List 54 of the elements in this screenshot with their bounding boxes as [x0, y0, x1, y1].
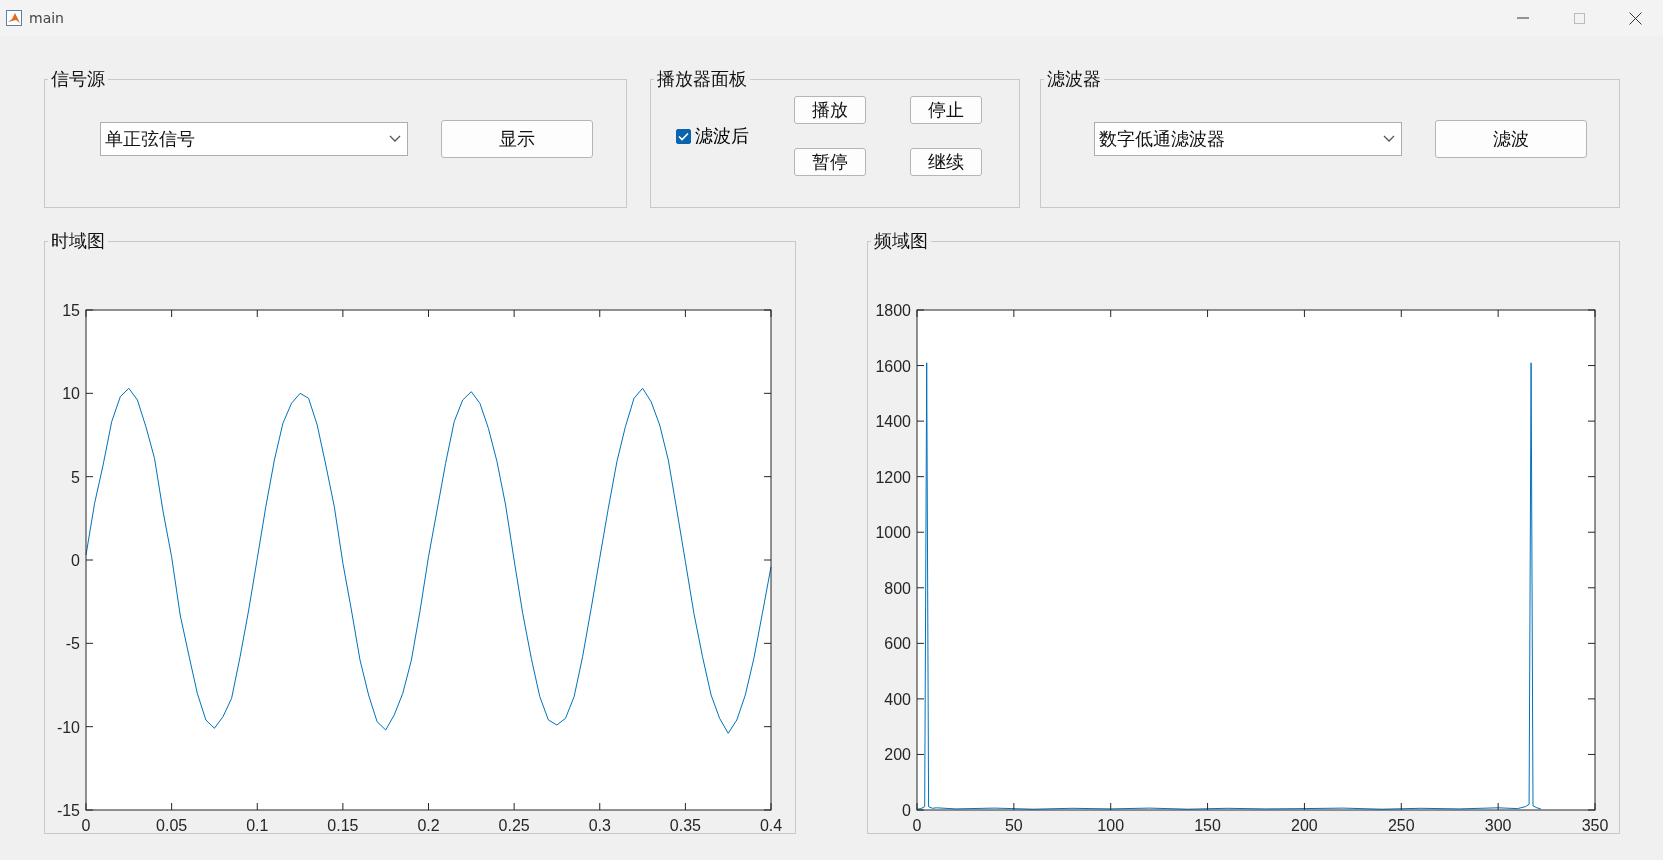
- tick-label: 1800: [875, 302, 911, 319]
- tick-label: 0: [71, 552, 80, 569]
- tick-label: 1200: [875, 468, 911, 486]
- dropdown[interactable]: 数字低通滤波器: [1094, 122, 1402, 156]
- checkbox-label: 滤波后: [695, 124, 749, 148]
- player-button[interactable]: 暂停: [794, 148, 866, 176]
- tick-label: 150: [1194, 817, 1221, 834]
- tick-label: 0.35: [669, 817, 701, 834]
- tick-label: 0.25: [498, 817, 530, 834]
- window-title: main: [29, 10, 65, 26]
- tick-label: 50: [1004, 817, 1023, 834]
- checkbox[interactable]: [676, 128, 691, 144]
- tick-label: -10: [56, 718, 80, 736]
- tick-label: 10: [62, 385, 80, 403]
- tick-label: 15: [62, 302, 80, 319]
- tick-label: 200: [1291, 817, 1318, 834]
- player-button[interactable]: 继续: [910, 148, 982, 176]
- tick-label: 200: [884, 746, 911, 764]
- tick-label: 0: [81, 817, 91, 834]
- close-icon[interactable]: [1628, 11, 1642, 25]
- panel-title: 滤波器: [1046, 68, 1102, 90]
- tick-label: 0.2: [417, 817, 440, 834]
- show-button[interactable]: 显示: [441, 120, 593, 158]
- tick-label: 1000: [875, 524, 911, 542]
- tick-label: 0.4: [759, 817, 783, 834]
- tick-label: 1400: [875, 413, 911, 431]
- player-button[interactable]: 停止: [910, 96, 982, 124]
- tick-label: 400: [884, 690, 911, 708]
- tick-label: 350: [1581, 817, 1609, 834]
- tick-label: 0.15: [327, 817, 359, 834]
- tick-label: 0.3: [588, 817, 611, 834]
- tick-label: -15: [56, 802, 80, 819]
- chevron-icon: [389, 135, 401, 143]
- tick-label: 100: [1097, 817, 1125, 834]
- tick-label: 1600: [875, 357, 911, 375]
- tick-label: 250: [1387, 817, 1415, 834]
- panel-title: 频域图: [873, 230, 929, 252]
- panel-title: 播放器面板: [656, 68, 748, 90]
- tick-label: 300: [1484, 817, 1512, 834]
- tick-label: 600: [884, 635, 911, 653]
- tick-label: -5: [65, 635, 80, 653]
- tick-label: 0: [912, 817, 922, 834]
- app-icon: [6, 10, 22, 26]
- chevron-icon: [1383, 135, 1395, 143]
- tick-label: 5: [71, 468, 80, 486]
- panel-title: 时域图: [50, 230, 106, 252]
- player-button[interactable]: 播放: [794, 96, 866, 124]
- panel-title: 信号源: [50, 68, 106, 90]
- tick-label: 0: [902, 802, 911, 819]
- dropdown[interactable]: 单正弦信号: [100, 122, 408, 156]
- tick-label: 800: [884, 579, 911, 597]
- tick-label: 0.1: [246, 817, 269, 834]
- filter-button[interactable]: 滤波: [1435, 120, 1587, 158]
- tick-label: 0.05: [156, 817, 188, 834]
